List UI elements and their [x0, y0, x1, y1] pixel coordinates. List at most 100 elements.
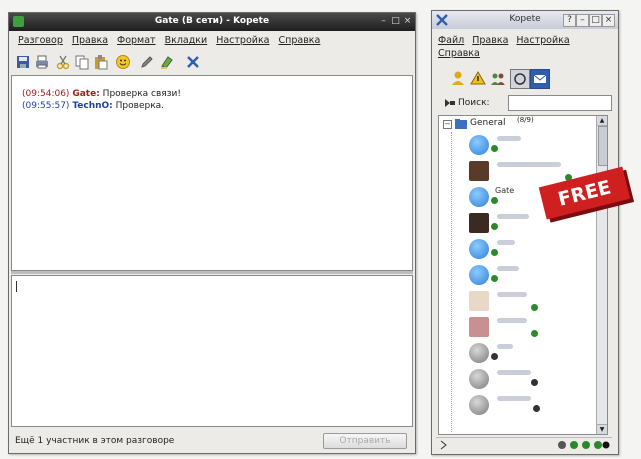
group-icon[interactable] — [490, 70, 506, 86]
contact-item[interactable] — [469, 264, 607, 286]
contact-name: Gate — [495, 186, 515, 195]
contact-item[interactable] — [469, 134, 607, 156]
group-folder-icon — [455, 119, 467, 129]
menu-settings[interactable]: Настройка — [216, 35, 269, 46]
connection-status-icons[interactable] — [556, 439, 610, 451]
view-toggle-button[interactable] — [510, 69, 530, 89]
chat-toolbar — [9, 51, 415, 73]
contact-item[interactable] — [469, 212, 607, 234]
highlight-icon[interactable] — [159, 54, 175, 70]
menu-format[interactable]: Формат — [117, 35, 156, 46]
group-name: General — [470, 118, 506, 128]
contact-name — [497, 292, 527, 297]
status-bar: Ещё 1 участник в этом разговоре — [15, 436, 175, 446]
menu-conversation[interactable]: Разговор — [18, 35, 63, 46]
contact-item[interactable] — [469, 394, 607, 416]
offline-status-icon — [533, 405, 540, 412]
contact-avatar — [469, 317, 489, 337]
contact-item[interactable] — [469, 238, 607, 260]
maximize-icon[interactable]: □ — [589, 14, 602, 27]
help-icon[interactable]: ? — [563, 14, 576, 27]
menu-help[interactable]: Справка — [438, 48, 480, 59]
scroll-up-arrow[interactable]: ▲ — [597, 116, 607, 126]
online-status-icon — [491, 249, 498, 256]
menu-file[interactable]: Файл — [438, 35, 464, 46]
contact-avatar — [469, 291, 489, 311]
contacts-titlebar[interactable]: Kopete ? – □ × — [432, 11, 618, 29]
cut-icon[interactable] — [55, 54, 71, 70]
online-status-icon — [491, 275, 498, 282]
contact-avatar — [469, 265, 489, 285]
menu-help[interactable]: Справка — [279, 35, 321, 46]
close-icon[interactable]: × — [602, 14, 615, 27]
minimize-icon[interactable]: – — [378, 16, 389, 27]
chat-menubar: Разговор Правка Формат Вкладки Настройка Спра… — [9, 33, 415, 49]
contact-list-window: Kopete ? – □ × Файл Правка Настройка Справ… — [431, 10, 619, 455]
close-icon[interactable]: × — [402, 16, 413, 27]
contact-avatar — [469, 213, 489, 233]
contacts-menubar: Файл Правка Настройка Справка — [432, 33, 618, 63]
chat-message: (09:55:57) TechnO: Проверка. — [22, 100, 181, 112]
pane-splitter[interactable] — [11, 271, 413, 274]
menu-settings[interactable]: Настройка — [516, 35, 569, 46]
contact-avatar — [469, 369, 489, 389]
search-label: Поиск: — [458, 98, 490, 108]
minimize-icon[interactable]: – — [576, 14, 589, 27]
contact-name — [497, 162, 561, 167]
message-input[interactable] — [11, 275, 413, 427]
contact-avatar — [469, 187, 489, 207]
contact-item[interactable] — [469, 316, 607, 338]
send-button[interactable]: Отправить — [323, 433, 407, 449]
contact-item[interactable] — [469, 368, 607, 390]
maximize-icon[interactable]: □ — [390, 16, 401, 27]
contact-name — [497, 396, 531, 401]
menu-tabs[interactable]: Вкладки — [165, 35, 208, 46]
contact-list[interactable]: − General (8/9) ▲ ▼ Gate — [438, 115, 608, 435]
contact-group-header[interactable]: − General (8/9) — [443, 116, 593, 132]
group-count: (8/9) — [517, 116, 534, 124]
online-status-icon — [491, 145, 498, 152]
menu-edit[interactable]: Правка — [472, 35, 508, 46]
mail-icon — [533, 74, 547, 83]
copy-icon[interactable] — [74, 54, 90, 70]
tools-icon[interactable] — [185, 54, 201, 70]
contact-avatar — [469, 343, 489, 363]
menu-edit[interactable]: Правка — [72, 35, 108, 46]
offline-status-icon — [491, 353, 498, 360]
search-input[interactable] — [508, 95, 612, 111]
collapse-icon[interactable]: − — [443, 120, 452, 129]
smiley-icon[interactable] — [115, 54, 131, 70]
contact-item[interactable] — [469, 342, 607, 364]
message-time: (09:54:06) — [22, 89, 70, 99]
scroll-down-arrow[interactable]: ▼ — [597, 424, 607, 434]
pencil-icon[interactable] — [139, 54, 155, 70]
contacts-statusbar — [436, 437, 612, 452]
message-sender: TechnO: — [72, 101, 113, 111]
paste-icon[interactable] — [93, 54, 109, 70]
tree-line — [451, 132, 452, 432]
message-text: Проверка связи! — [102, 89, 181, 99]
chat-history-pane[interactable]: (09:54:06) Gate: Проверка связи! (09:55:… — [11, 75, 413, 271]
contact-name — [497, 214, 529, 219]
chat-titlebar[interactable]: Gate (В сети) - Kopete – □ × — [9, 13, 415, 31]
contact-item[interactable] — [469, 290, 607, 312]
online-status-icon — [491, 197, 498, 204]
message-sender: Gate: — [72, 89, 100, 99]
contact-avatar — [469, 135, 489, 155]
save-icon[interactable] — [15, 54, 31, 70]
warning-icon[interactable] — [470, 70, 486, 86]
mail-button[interactable] — [530, 69, 550, 89]
contact-avatar — [469, 395, 489, 415]
message-text: Проверка. — [115, 101, 165, 111]
contact-name — [497, 344, 513, 349]
text-cursor — [16, 281, 17, 292]
chat-message: (09:54:06) Gate: Проверка связи! — [22, 88, 181, 100]
chat-window-title: Gate (В сети) - Kopete — [154, 16, 270, 26]
offline-status-icon — [531, 379, 538, 386]
print-icon[interactable] — [34, 54, 50, 70]
online-status-icon — [531, 330, 538, 337]
contact-name — [497, 136, 521, 141]
contacts-toolbar — [432, 67, 618, 89]
add-contact-icon[interactable] — [450, 70, 466, 86]
status-menu-icon[interactable] — [440, 440, 452, 450]
